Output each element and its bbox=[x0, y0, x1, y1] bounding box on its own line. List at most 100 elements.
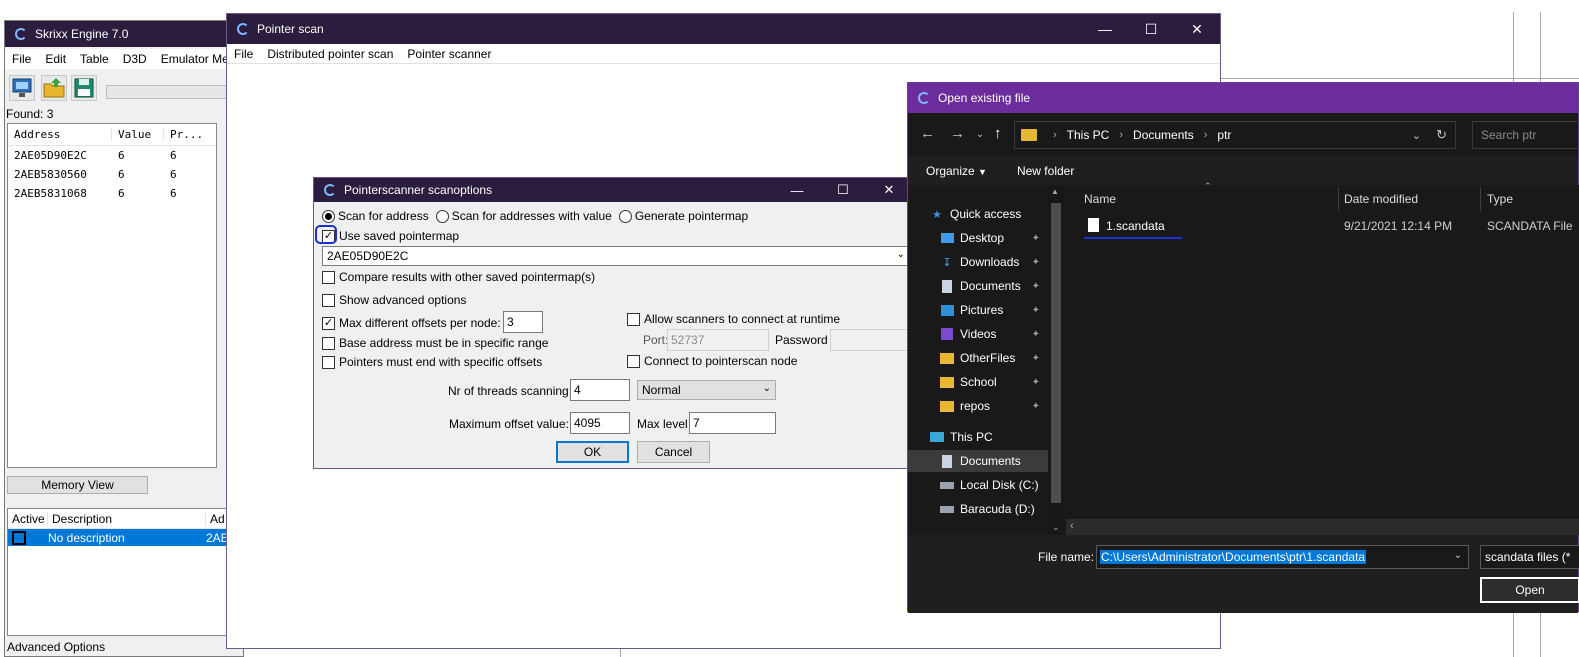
menu-file[interactable]: File bbox=[227, 47, 260, 61]
max-offset-input[interactable]: 4095 bbox=[570, 412, 630, 434]
radio-generate-pointermap[interactable] bbox=[618, 209, 632, 223]
nav-local-disk[interactable]: Local Disk (C:) bbox=[940, 474, 1039, 496]
threads-input[interactable]: 4 bbox=[570, 379, 630, 401]
pointermap-select[interactable]: 2AE05D90E2C ⌄ bbox=[322, 246, 910, 266]
base-range-label[interactable]: Base address must be in specific range bbox=[339, 336, 548, 350]
list-item[interactable]: 2AEB5831068 6 6 bbox=[8, 184, 216, 203]
column-divider[interactable] bbox=[1480, 187, 1481, 211]
scrollbar-thumb[interactable] bbox=[1051, 203, 1061, 503]
column-previous[interactable]: Pr... bbox=[164, 128, 216, 141]
pin-icon[interactable]: ✦ bbox=[1032, 353, 1040, 364]
recent-locations-chevron-icon[interactable]: ⌄ bbox=[976, 129, 984, 140]
column-name[interactable]: Name bbox=[1084, 185, 1116, 213]
open-button[interactable]: Open bbox=[1480, 577, 1579, 603]
list-item[interactable]: 2AE05D90E2C 6 6 bbox=[8, 146, 216, 165]
max-offsets-checkbox[interactable]: ✓ bbox=[322, 316, 335, 330]
chevron-down-icon[interactable]: ⌄ bbox=[1454, 550, 1462, 561]
end-offsets-checkbox[interactable] bbox=[322, 355, 335, 369]
advanced-options-link[interactable]: Advanced Options bbox=[7, 640, 105, 654]
file-name-input[interactable]: C:\Users\Administrator\Documents\ptr\1.s… bbox=[1096, 545, 1469, 569]
select-process-button[interactable] bbox=[9, 75, 35, 101]
compare-results-label[interactable]: Compare results with other saved pointer… bbox=[339, 270, 595, 284]
navigation-pane[interactable]: ★ Quick access Desktop ✦ ↧ Downloads ✦ D… bbox=[908, 185, 1066, 535]
back-arrow-icon[interactable]: ← bbox=[920, 125, 935, 142]
end-offsets-label[interactable]: Pointers must end with specific offsets bbox=[339, 355, 542, 369]
search-input[interactable]: Search ptr bbox=[1472, 121, 1579, 149]
connect-node-label[interactable]: Connect to pointerscan node bbox=[644, 354, 797, 368]
file-list[interactable]: Name ⌃ Date modified Type 1.scandata 9/2… bbox=[1066, 181, 1579, 535]
thread-priority-select[interactable]: Normal ⌄ bbox=[637, 380, 776, 400]
minimize-button[interactable]: — bbox=[774, 178, 820, 202]
active-checkbox[interactable] bbox=[8, 530, 48, 545]
nav-desktop[interactable]: Desktop ✦ bbox=[940, 227, 1048, 249]
memory-view-button[interactable]: Memory View bbox=[7, 476, 148, 494]
breadcrumb-documents[interactable]: Documents bbox=[1133, 128, 1194, 142]
organize-button[interactable]: Organize ▼ bbox=[926, 164, 987, 178]
radio-scan-address-label[interactable]: Scan for address bbox=[338, 209, 429, 223]
column-divider[interactable] bbox=[1338, 187, 1339, 211]
column-address[interactable]: Address bbox=[8, 128, 112, 141]
show-advanced-label[interactable]: Show advanced options bbox=[339, 293, 466, 307]
pin-icon[interactable]: ✦ bbox=[1032, 305, 1040, 316]
menu-file[interactable]: File bbox=[5, 52, 38, 66]
menu-d3d[interactable]: D3D bbox=[116, 52, 154, 66]
ok-button[interactable]: OK bbox=[556, 441, 629, 463]
port-input[interactable]: 52737 bbox=[667, 329, 769, 351]
breadcrumb-ptr[interactable]: ptr bbox=[1217, 128, 1231, 142]
close-button[interactable]: ✕ bbox=[1174, 14, 1220, 44]
new-folder-button[interactable]: New folder bbox=[1017, 164, 1074, 178]
base-range-checkbox[interactable] bbox=[322, 336, 335, 350]
nav-documents[interactable]: Documents ✦ bbox=[940, 275, 1048, 297]
nav-otherfiles[interactable]: OtherFiles ✦ bbox=[940, 347, 1048, 369]
close-button[interactable]: ✕ bbox=[866, 178, 912, 202]
table-row[interactable]: No description 2AE bbox=[8, 529, 242, 546]
radio-generate-label[interactable]: Generate pointermap bbox=[635, 209, 748, 223]
connect-node-checkbox[interactable] bbox=[627, 354, 640, 368]
max-offsets-input[interactable]: 3 bbox=[503, 311, 543, 333]
maximize-button[interactable]: ☐ bbox=[820, 178, 866, 202]
nav-pictures[interactable]: Pictures ✦ bbox=[940, 299, 1048, 321]
breadcrumb[interactable]: › This PC › Documents › ptr ⌄ ↻ bbox=[1014, 121, 1456, 149]
pin-icon[interactable]: ✦ bbox=[1032, 233, 1040, 244]
chevron-down-icon[interactable]: ⌄ bbox=[1412, 129, 1421, 142]
file-list-hscrollbar[interactable]: ‹ bbox=[1066, 519, 1579, 535]
pin-icon[interactable]: ✦ bbox=[1032, 377, 1040, 388]
compare-results-checkbox[interactable] bbox=[322, 270, 335, 284]
file-type-select[interactable]: scandata files (* bbox=[1480, 545, 1579, 569]
scroll-left-icon[interactable]: ‹ bbox=[1070, 520, 1074, 532]
scroll-down-icon[interactable]: ⌄ bbox=[1052, 522, 1060, 533]
found-address-list[interactable]: Address Value Pr... 2AE05D90E2C 6 6 2AEB… bbox=[7, 123, 217, 468]
nav-videos[interactable]: Videos ✦ bbox=[940, 323, 1048, 345]
column-description[interactable]: Description bbox=[48, 511, 206, 526]
list-item[interactable]: 2AEB5830560 6 6 bbox=[8, 165, 216, 184]
column-type[interactable]: Type bbox=[1487, 185, 1513, 213]
allow-scanners-label[interactable]: Allow scanners to connect at runtime bbox=[644, 312, 840, 326]
column-active[interactable]: Active bbox=[8, 511, 48, 526]
pin-icon[interactable]: ✦ bbox=[1032, 257, 1040, 268]
show-advanced-checkbox[interactable] bbox=[322, 293, 335, 307]
open-file-button[interactable] bbox=[41, 75, 67, 101]
breadcrumb-this-pc[interactable]: This PC bbox=[1067, 128, 1110, 142]
menu-distributed-pointer-scan[interactable]: Distributed pointer scan bbox=[260, 47, 400, 61]
radio-scan-address[interactable] bbox=[322, 209, 335, 223]
cheat-table[interactable]: Active Description Ad No description 2AE bbox=[7, 508, 243, 636]
cancel-button[interactable]: Cancel bbox=[637, 441, 710, 463]
nav-this-pc[interactable]: This PC bbox=[930, 426, 993, 448]
scroll-up-icon[interactable]: ▲ bbox=[1051, 187, 1059, 196]
nav-downloads[interactable]: ↧ Downloads ✦ bbox=[940, 251, 1048, 273]
max-offsets-label[interactable]: Max different offsets per node: bbox=[339, 316, 501, 330]
refresh-icon[interactable]: ↻ bbox=[1436, 127, 1447, 143]
column-value[interactable]: Value bbox=[112, 128, 164, 141]
nav-repos[interactable]: repos ✦ bbox=[940, 395, 1048, 417]
pin-icon[interactable]: ✦ bbox=[1032, 329, 1040, 340]
maximize-button[interactable]: ☐ bbox=[1128, 14, 1174, 44]
forward-arrow-icon[interactable]: → bbox=[950, 125, 965, 142]
nav-quick-access[interactable]: ★ Quick access bbox=[930, 203, 1021, 225]
password-input[interactable] bbox=[830, 329, 912, 351]
column-date-modified[interactable]: Date modified bbox=[1344, 185, 1418, 213]
menu-table[interactable]: Table bbox=[73, 52, 116, 66]
use-saved-pointermap-label[interactable]: Use saved pointermap bbox=[339, 229, 459, 243]
max-level-input[interactable]: 7 bbox=[689, 412, 776, 434]
file-row[interactable]: 1.scandata 9/21/2021 12:14 PM SCANDATA F… bbox=[1066, 215, 1579, 239]
nav-pc-documents[interactable]: Documents bbox=[908, 450, 1048, 472]
